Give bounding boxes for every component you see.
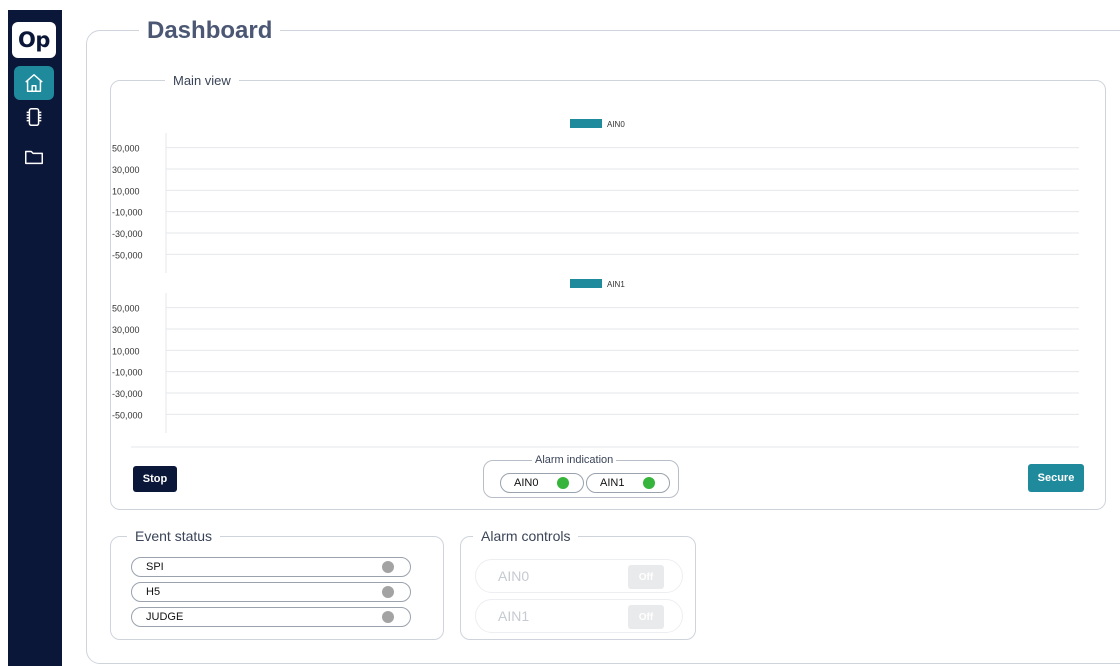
alarm-indicator-label: AIN0 [514,477,539,489]
sidebar: Op [8,10,62,666]
home-icon [25,74,43,92]
sidebar-item-device[interactable] [14,100,54,134]
alarm-control-ain0: AIN0 Off [475,559,683,593]
chart-tick-label: 50,000 [112,144,140,154]
status-led [557,477,569,489]
chip-icon [26,108,42,126]
event-item-label: SPI [146,561,164,573]
chart-tick-label: 50,000 [112,304,140,314]
chart-tick-label: -30,000 [112,389,143,399]
alarm-toggle-ain1[interactable]: Off [628,605,664,629]
page-title: Dashboard [139,17,281,45]
chart-tick-label: -10,000 [112,368,143,378]
sidebar-item-files[interactable] [14,140,54,174]
alarm-control-label: AIN1 [498,608,530,624]
main-view-charts: 50,000 30,000 10,000 -10,000 -30,000 -50,000 A… [112,119,1079,448]
chart-tick-label: 10,000 [112,186,140,196]
event-item-h5: H5 [131,582,411,602]
alarm-control-ain1: AIN1 Off [475,599,683,633]
chart-legend-label: AIN1 [607,280,625,289]
chart-legend-swatch [570,279,602,288]
secure-button[interactable]: Secure [1028,464,1084,492]
alarm-toggle-ain0[interactable]: Off [628,565,664,589]
alarm-controls-title: Alarm controls [473,528,579,544]
event-item-label: JUDGE [146,611,184,623]
chart-tick-label: -10,000 [112,208,143,218]
main-view-panel: Main view 50,000 30,000 10,000 -10,000 -30,0… [110,73,1106,510]
alarm-indicator-label: AIN1 [600,477,625,489]
chart-tick-label: 30,000 [112,165,140,175]
chart-tick-label: -50,000 [112,410,143,420]
chart-tick-label: 30,000 [112,325,140,335]
alarm-controls-panel: Alarm controls AIN0 Off AIN1 Off [460,528,696,640]
event-item-spi: SPI [131,557,411,577]
alarm-indication-title: Alarm indication [532,454,617,466]
alarm-indication-panel: Alarm indication AIN0 AIN1 [483,454,679,498]
status-led [382,561,394,573]
chart-tick-label: -50,000 [112,250,143,260]
status-led [382,611,394,623]
chart-legend-swatch [570,119,602,128]
chart-tick-label: 10,000 [112,346,140,356]
status-led [643,477,655,489]
event-status-panel: Event status SPI H5 JUDGE [110,528,444,640]
event-item-judge: JUDGE [131,607,411,627]
app-logo: Op [12,22,56,58]
alarm-indicator-ain0: AIN0 [500,473,584,493]
folder-icon [25,150,43,165]
event-status-title: Event status [127,528,221,544]
stop-button[interactable]: Stop [133,466,177,492]
alarm-control-label: AIN0 [498,568,530,584]
status-led [382,586,394,598]
chart-legend-label: AIN0 [607,120,625,129]
sidebar-item-home[interactable] [14,66,54,100]
event-item-label: H5 [146,586,161,598]
chart-tick-label: -30,000 [112,229,143,239]
alarm-indicator-ain1: AIN1 [586,473,670,493]
